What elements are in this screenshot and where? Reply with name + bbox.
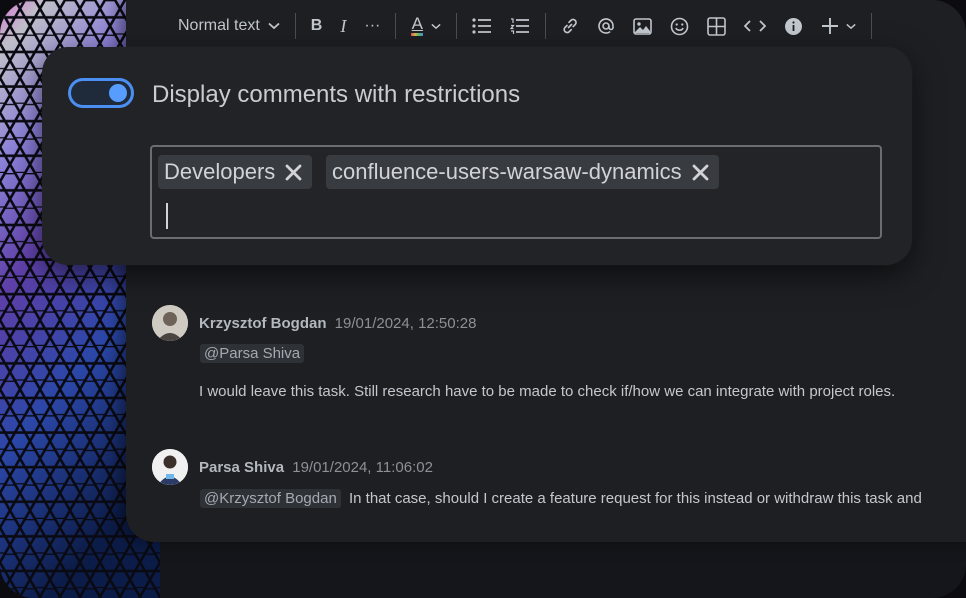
numbered-list-icon bbox=[510, 18, 530, 34]
mention-chip[interactable]: @Parsa Shiva bbox=[200, 344, 305, 363]
emoji-icon bbox=[671, 17, 689, 35]
restrictions-toggle[interactable] bbox=[68, 78, 134, 108]
chevron-down-icon bbox=[268, 22, 280, 30]
editor-toolbar: Normal text B I ··· A bbox=[142, 0, 962, 52]
comment-author[interactable]: Krzysztof Bogdan bbox=[199, 315, 327, 332]
mention-chip[interactable]: @Krzysztof Bogdan bbox=[200, 489, 341, 508]
link-icon bbox=[563, 18, 578, 34]
table-icon bbox=[707, 16, 727, 36]
code-button[interactable] bbox=[735, 11, 775, 41]
info-panel-button[interactable] bbox=[775, 11, 812, 41]
app-frame: Normal text B I ··· A Krzysztof Bogdan 1… bbox=[0, 0, 966, 598]
toolbar-divider bbox=[456, 13, 458, 39]
group-tag-label: Developers bbox=[164, 159, 276, 184]
toolbar-divider bbox=[871, 13, 873, 39]
bold-button[interactable]: B bbox=[302, 11, 332, 41]
toolbar-divider bbox=[545, 13, 547, 39]
avatar[interactable] bbox=[152, 305, 188, 341]
comment-text: In that case, should I create a feature … bbox=[348, 490, 922, 507]
more-formatting-button[interactable]: ··· bbox=[355, 11, 389, 41]
toggle-knob bbox=[109, 84, 127, 102]
group-tag: Developers bbox=[158, 155, 313, 189]
text-style-dropdown[interactable]: Normal text bbox=[142, 11, 289, 41]
chevron-down-icon bbox=[431, 23, 442, 30]
mention-button[interactable] bbox=[588, 11, 624, 41]
avatar[interactable] bbox=[152, 449, 188, 485]
insert-more-button[interactable] bbox=[812, 11, 865, 41]
comment-text-line: @Krzysztof Bogdan In that case, should I… bbox=[200, 489, 922, 508]
restrictions-toggle-label: Display comments with restrictions bbox=[152, 81, 521, 108]
text-color-button[interactable]: A bbox=[402, 11, 450, 41]
info-icon bbox=[785, 17, 803, 35]
at-sign-icon bbox=[598, 18, 615, 34]
comment-restrictions-popup: Display comments with restrictions Devel… bbox=[42, 47, 912, 265]
bullet-list-icon bbox=[472, 18, 492, 34]
numbered-list-button[interactable] bbox=[501, 11, 539, 41]
image-button[interactable] bbox=[624, 11, 661, 41]
emoji-button[interactable] bbox=[661, 11, 698, 41]
bullet-list-button[interactable] bbox=[463, 11, 501, 41]
italic-button[interactable]: I bbox=[331, 11, 355, 41]
remove-tag-icon[interactable] bbox=[285, 164, 302, 181]
image-icon bbox=[633, 17, 653, 35]
text-style-label: Normal text bbox=[178, 17, 260, 34]
toolbar-divider bbox=[395, 13, 397, 39]
table-button[interactable] bbox=[698, 11, 735, 41]
comment-timestamp[interactable]: 19/01/2024, 12:50:28 bbox=[335, 315, 477, 332]
comment-header: Parsa Shiva 19/01/2024, 11:06:02 bbox=[199, 459, 433, 476]
comment-mention-line: @Parsa Shiva bbox=[200, 344, 305, 363]
comment-timestamp[interactable]: 19/01/2024, 11:06:02 bbox=[292, 459, 433, 476]
group-tag-label: confluence-users-warsaw-dynamics bbox=[332, 159, 682, 184]
remove-tag-icon[interactable] bbox=[692, 164, 709, 181]
group-tag: confluence-users-warsaw-dynamics bbox=[326, 155, 719, 189]
text-caret bbox=[166, 203, 168, 229]
plus-icon bbox=[822, 18, 839, 34]
chevron-down-icon bbox=[846, 23, 857, 30]
comment-header: Krzysztof Bogdan 19/01/2024, 12:50:28 bbox=[199, 315, 476, 332]
toolbar-divider bbox=[294, 13, 296, 39]
comment-text: I would leave this task. Still research … bbox=[199, 383, 896, 400]
code-icon bbox=[744, 20, 767, 32]
text-color-icon: A bbox=[411, 15, 424, 36]
comment-author[interactable]: Parsa Shiva bbox=[199, 459, 284, 476]
link-button[interactable] bbox=[552, 11, 588, 41]
group-picker-input[interactable]: Developers confluence-users-warsaw-dynam… bbox=[150, 145, 882, 239]
